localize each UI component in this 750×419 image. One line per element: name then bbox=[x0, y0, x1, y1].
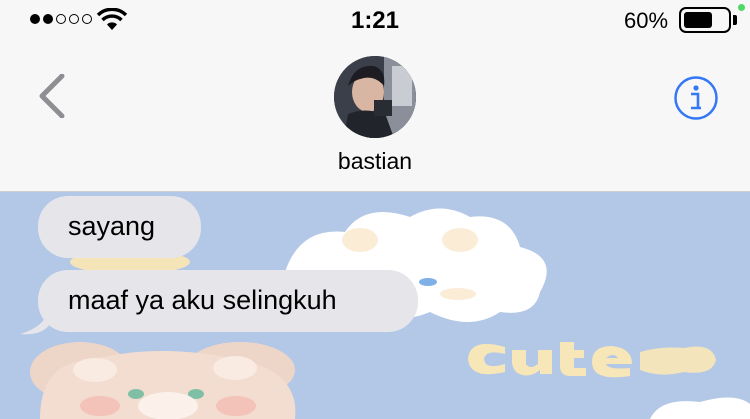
contact-name[interactable]: bastian bbox=[0, 148, 750, 175]
info-icon[interactable] bbox=[673, 75, 719, 121]
cute-sticker bbox=[468, 342, 716, 378]
message-bubble-incoming[interactable]: sayang bbox=[38, 196, 201, 258]
message-bubble-incoming[interactable]: maaf ya aku selingkuh bbox=[38, 270, 418, 332]
battery-percentage: 60% bbox=[624, 8, 669, 33]
privacy-indicator-dot bbox=[738, 4, 745, 11]
battery-tip bbox=[733, 15, 737, 25]
message-thread[interactable]: sayang maaf ya aku selingkuh bbox=[0, 192, 750, 419]
status-bar: 1:21 60% bbox=[0, 0, 750, 40]
contact-avatar[interactable] bbox=[334, 56, 416, 138]
bear-sticker bbox=[30, 342, 296, 419]
back-chevron-icon[interactable] bbox=[36, 74, 68, 118]
conversation-header: bastian bbox=[0, 40, 750, 192]
battery-icon bbox=[679, 7, 731, 33]
